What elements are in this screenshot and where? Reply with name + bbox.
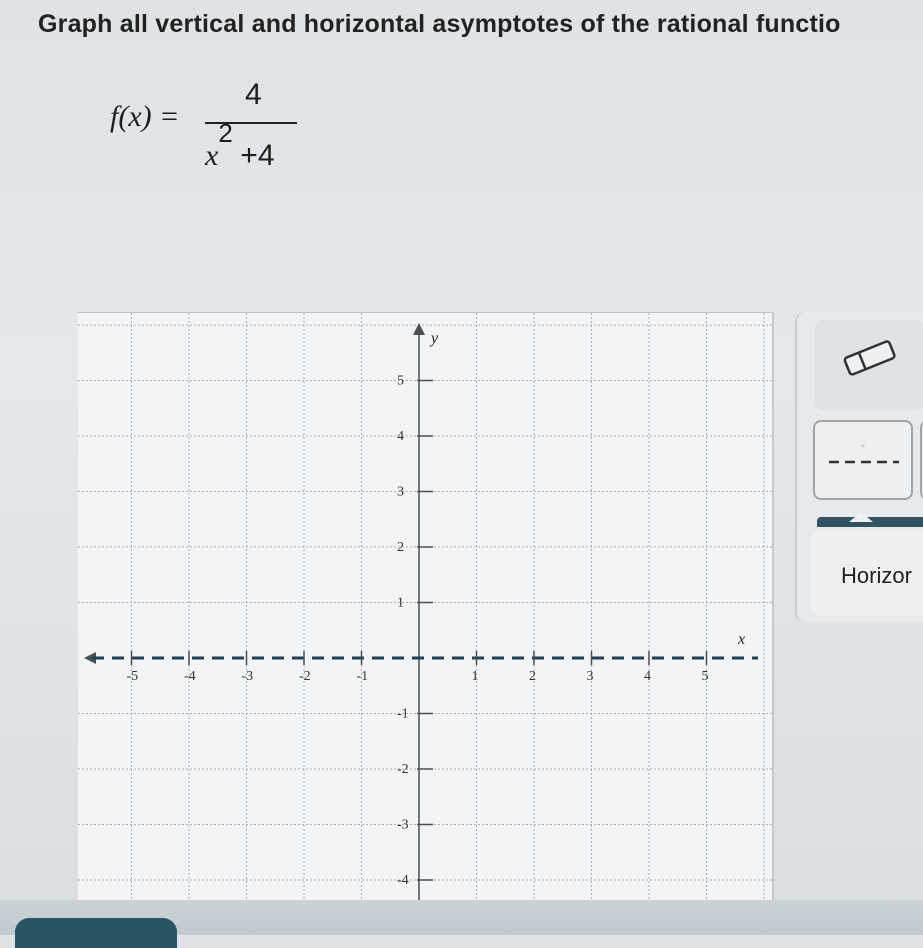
pointer-up-icon (849, 512, 873, 522)
dashed-line-icon (829, 444, 899, 464)
bottom-action-button[interactable] (15, 918, 177, 948)
denominator-exponent: 2 (218, 118, 233, 148)
x-tick-label: 5 (702, 669, 709, 684)
x-tick-label: -1 (357, 669, 369, 684)
x-tick-label: 4 (644, 669, 651, 684)
y-tick-label: -3 (397, 818, 409, 833)
y-tick-label: 3 (397, 485, 404, 500)
denominator-variable: x (205, 139, 219, 172)
tools-panel: Horizor (795, 312, 923, 622)
formula-denominator: x2 +4 (205, 118, 275, 173)
x-tick-label: 1 (472, 669, 479, 684)
formula-numerator: 4 (245, 78, 262, 111)
x-tick-label: -5 (127, 669, 139, 684)
coordinate-plane[interactable]: yx -5 -4 -3 -2 -1 1 2 3 4 554321-1-2-3-4 (78, 313, 772, 909)
dashed-line-button[interactable] (813, 420, 913, 500)
formula-lhs: f(x) = (110, 100, 180, 133)
x-tick-label: 3 (587, 669, 594, 684)
y-tick-label: -4 (397, 873, 409, 888)
y-tick-label: 5 (397, 374, 404, 389)
x-tick-label: -3 (242, 669, 254, 684)
question-text: Graph all vertical and horizontal asympt… (38, 10, 841, 38)
horizontal-option-label: Horizor (841, 563, 912, 588)
y-tick-label: 2 (397, 540, 404, 555)
y-tick-label: -1 (397, 707, 409, 722)
y-tick-label: 4 (397, 429, 404, 444)
x-tick-label: -2 (299, 669, 311, 684)
horizontal-asymptote-option[interactable]: Horizor (811, 530, 923, 616)
y-tick-label: 1 (397, 596, 404, 611)
x-tick-label: -4 (184, 669, 196, 684)
denominator-constant: +4 (240, 139, 275, 172)
x-axis-label: x (737, 631, 745, 648)
eraser-button[interactable] (815, 320, 923, 410)
x-tick-label: 2 (529, 669, 536, 684)
axes: yx (84, 323, 745, 909)
y-tick-label: -2 (397, 762, 409, 777)
eraser-icon (843, 340, 896, 376)
y-axis-label: y (429, 330, 439, 347)
graph-canvas[interactable]: yx -5 -4 -3 -2 -1 1 2 3 4 5 5 4 3 2 1 -1 -2 -3 -4 (78, 312, 774, 909)
grid-lines (78, 313, 772, 909)
tick-labels: -5 -4 -3 -2 -1 1 2 3 4 5 5 4 3 2 1 -1 -2 -3 -4 (127, 374, 709, 889)
